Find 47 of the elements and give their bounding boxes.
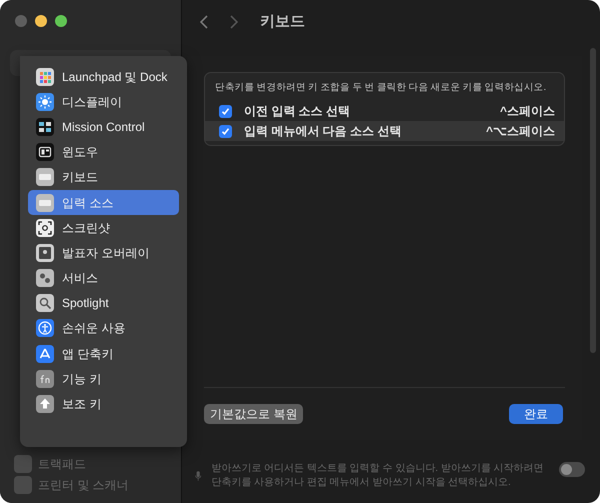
scrollbar[interactable]	[590, 48, 596, 353]
shift-key-icon	[36, 395, 54, 414]
shortcut-label: 입력 메뉴에서 다음 소스 선택	[244, 123, 402, 140]
menu-item[interactable]: Mission Control	[28, 114, 179, 140]
menu-item[interactable]: Spotlight	[28, 290, 179, 316]
checkbox[interactable]	[219, 124, 232, 138]
checkbox[interactable]	[219, 104, 232, 118]
menu-item[interactable]: 보조 키	[28, 391, 179, 417]
done-button[interactable]: 완료	[509, 404, 563, 424]
menu-item[interactable]: 기능 키	[28, 366, 179, 392]
shortcut-row[interactable]: 이전 입력 소스 선택 ^스페이스	[205, 101, 564, 122]
menu-item[interactable]: 서비스	[28, 266, 179, 291]
menu-item[interactable]: 입력 소스	[28, 190, 179, 216]
search-icon	[36, 294, 54, 312]
menu-item[interactable]: 스크린샷	[28, 215, 179, 240]
shortcut-keys[interactable]: ^⌥스페이스	[486, 122, 555, 140]
menu-item[interactable]: 윈도우	[28, 140, 179, 165]
shortcut-label: 이전 입력 소스 선택	[244, 103, 352, 120]
dictation-toggle[interactable]	[559, 462, 585, 477]
window-title: 키보드	[260, 12, 305, 32]
menu-item[interactable]: 손쉬운 사용	[28, 316, 179, 342]
zoom-window-icon[interactable]	[55, 15, 67, 27]
menu-item[interactable]: 키보드	[28, 164, 179, 190]
minimize-window-icon[interactable]	[35, 15, 47, 27]
restore-defaults-button[interactable]: 기본값으로 복원	[204, 404, 304, 424]
sidebar-item-icon	[14, 476, 32, 494]
window-icon	[36, 143, 54, 162]
menu-item[interactable]: 발표자 오버레이	[28, 240, 179, 266]
menu-item[interactable]: 디스플레이	[28, 89, 179, 114]
camera-icon	[36, 218, 54, 237]
hint-text: 단축키를 변경하려면 키 조합을 두 번 클릭한 다음 새로운 키를 입력하십시오.	[214, 81, 547, 95]
dictation-description: 받아쓰기로 어디서든 텍스트를 입력할 수 있습니다. 받아쓰기를 시작하려면 단축키를 사용하거나 편집 메뉴에서 받아쓰기 시작을 선택하십시오.	[211, 462, 545, 489]
presenter-icon	[36, 244, 54, 262]
app-store-icon	[36, 344, 54, 363]
keyboard-icon	[36, 168, 54, 186]
sun-icon	[36, 92, 54, 111]
back-icon[interactable]	[200, 15, 208, 29]
accessibility-icon	[36, 319, 54, 338]
grid-icon	[36, 68, 54, 86]
menu-item[interactable]: Launchpad 및 Dock	[28, 64, 179, 90]
shortcut-row[interactable]: 입력 메뉴에서 다음 소스 선택 ^⌥스페이스	[205, 121, 564, 142]
menu-item[interactable]: 앱 단축키	[28, 341, 179, 366]
sidebar-item-icon	[14, 454, 32, 472]
shortcut-keys[interactable]: ^스페이스	[500, 102, 555, 120]
keyboard-icon	[36, 194, 54, 212]
windows-icon	[36, 118, 54, 136]
fn-key-icon	[36, 370, 54, 388]
